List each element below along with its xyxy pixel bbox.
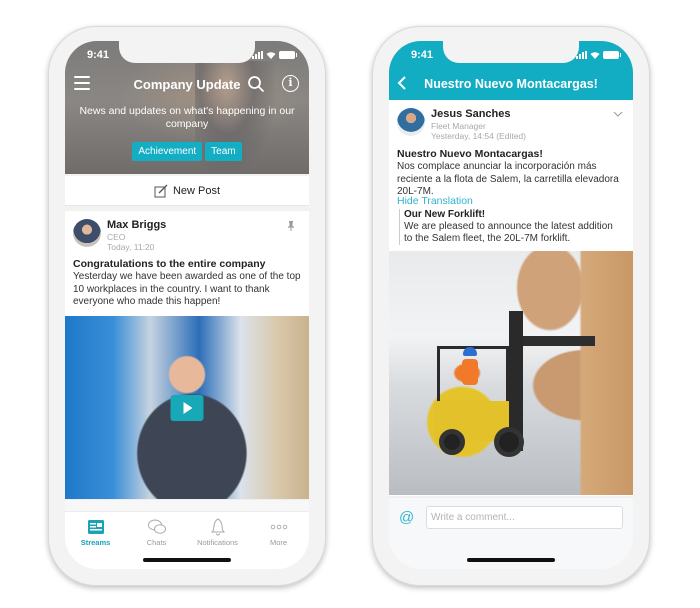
home-indicator[interactable] xyxy=(143,558,231,562)
tag-achievement[interactable]: Achievement xyxy=(132,142,203,161)
page-title: Company Update xyxy=(133,76,241,92)
wifi-icon xyxy=(266,52,276,59)
home-indicator[interactable] xyxy=(467,558,555,562)
tab-chats[interactable]: Chats xyxy=(127,518,187,547)
new-post-button[interactable]: New Post xyxy=(65,176,309,206)
new-post-label: New Post xyxy=(172,184,221,197)
status-time: 9:41 xyxy=(87,49,110,61)
pin-icon xyxy=(288,221,294,231)
post-header: Max Briggs CEO Today, 11:20 xyxy=(73,219,166,252)
tab-notifications-label: Notifications xyxy=(197,538,238,547)
info-icon[interactable]: i xyxy=(282,75,299,92)
author-name[interactable]: Jesus Sanches xyxy=(431,108,526,121)
notch xyxy=(119,41,255,63)
post-card: Jesus Sanches Fleet Manager Yesterday, 1… xyxy=(389,100,633,496)
phone-right: Nuestro Nuevo Montacargas! 9:41 Jesus Sa… xyxy=(372,26,650,586)
tab-chats-label: Chats xyxy=(146,538,167,547)
forklift-wheel xyxy=(439,429,465,455)
wifi-icon xyxy=(590,52,600,59)
phone-left: Company Update i News and updates on wha… xyxy=(48,26,326,586)
translation-block: Our New Forklift! We are pleased to anno… xyxy=(399,209,623,245)
post-time: Yesterday, 14:54 (Edited) xyxy=(431,131,526,141)
forklift-driver xyxy=(462,359,478,385)
post-title: Nuestro Nuevo Montacargas! xyxy=(397,148,543,160)
translation-title: Our New Forklift! xyxy=(404,209,486,220)
translation-body: We are pleased to announce the latest ad… xyxy=(404,221,613,244)
tag-team[interactable]: Team xyxy=(205,142,242,161)
comment-bar: @ xyxy=(389,497,633,569)
top-bar: Company Update i xyxy=(65,73,309,95)
tag-list: Achievement Team xyxy=(65,142,309,161)
post-title: Congratulations to the entire company xyxy=(73,258,266,270)
streams-icon xyxy=(87,520,104,534)
avatar[interactable] xyxy=(73,219,101,247)
battery-icon xyxy=(603,51,621,59)
tab-more[interactable]: More xyxy=(249,518,309,547)
post-time: Today, 11:20 xyxy=(107,242,155,252)
page-subtitle: News and updates on what's happening in … xyxy=(79,105,295,130)
post-card[interactable]: Max Briggs CEO Today, 11:20 Congratulati… xyxy=(65,211,309,541)
company-update-screen: Company Update i News and updates on wha… xyxy=(65,41,309,569)
compose-icon xyxy=(154,184,168,197)
tab-streams-label: Streams xyxy=(80,538,111,547)
more-icon xyxy=(270,524,287,530)
forklift-wheel xyxy=(494,427,524,457)
tab-more-label: More xyxy=(269,538,288,547)
search-icon[interactable] xyxy=(247,75,265,93)
avatar[interactable] xyxy=(397,108,425,136)
status-time: 9:41 xyxy=(411,49,434,61)
bell-icon xyxy=(210,518,225,536)
post-detail-screen: Nuestro Nuevo Montacargas! 9:41 Jesus Sa… xyxy=(389,41,633,569)
author-name[interactable]: Max Briggs xyxy=(107,219,166,232)
post-video[interactable] xyxy=(65,316,309,499)
mention-icon[interactable]: @ xyxy=(399,509,414,526)
page-title: Nuestro Nuevo Montacargas! xyxy=(424,77,598,91)
play-button[interactable] xyxy=(170,394,204,421)
notch xyxy=(443,41,579,63)
menu-icon[interactable] xyxy=(74,76,90,90)
tab-bar: Streams Chats Notifications More xyxy=(65,511,309,569)
author-role: CEO xyxy=(107,232,126,242)
chat-icon xyxy=(147,519,166,534)
hide-translation-link[interactable]: Hide Translation xyxy=(397,195,473,207)
author-role: Fleet Manager xyxy=(431,121,486,131)
battery-icon xyxy=(279,51,297,59)
tab-notifications[interactable]: Notifications xyxy=(188,518,248,547)
tab-streams[interactable]: Streams xyxy=(66,518,126,547)
forklift-fork xyxy=(523,336,595,346)
chevron-down-icon[interactable] xyxy=(613,111,623,117)
comment-input[interactable] xyxy=(426,506,623,529)
post-header: Jesus Sanches Fleet Manager Yesterday, 1… xyxy=(397,108,526,141)
post-image[interactable] xyxy=(389,251,633,495)
post-body: Nos complace anunciar la incorporación m… xyxy=(397,161,619,197)
forklift-helmet xyxy=(463,347,477,356)
post-body: Yesterday we have been awarded as one of… xyxy=(73,271,301,307)
